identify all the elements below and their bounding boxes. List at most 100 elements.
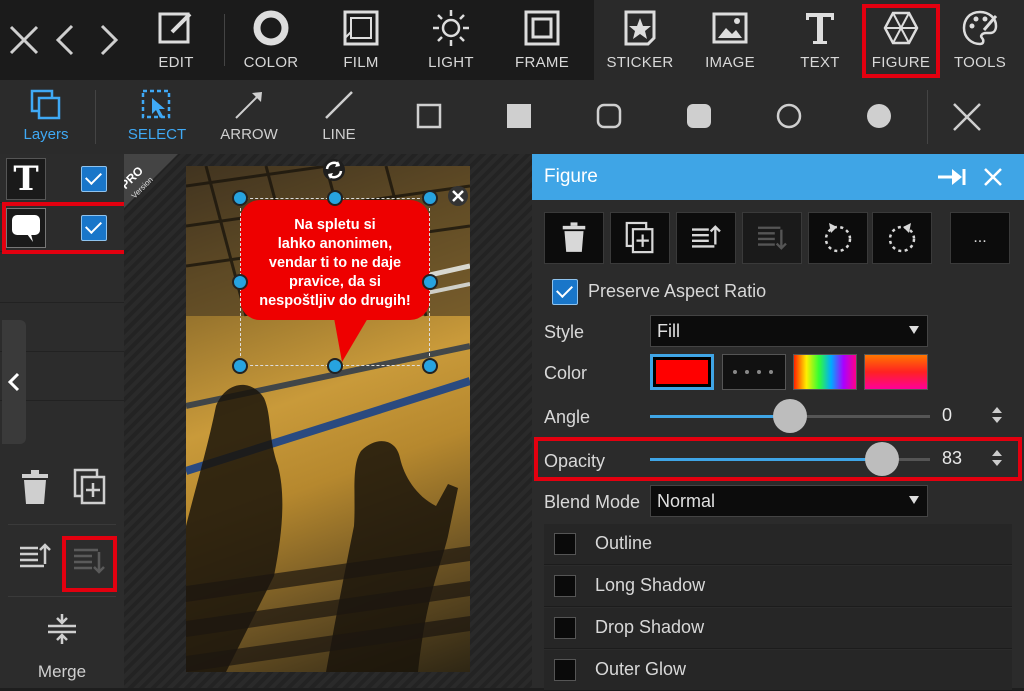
layer-row-empty	[0, 254, 124, 303]
delete-figure-button[interactable]	[544, 212, 604, 264]
resize-handle[interactable]	[422, 274, 438, 290]
color-swatch-pattern[interactable]	[722, 354, 786, 390]
text-icon	[806, 13, 834, 44]
line-tool-button[interactable]: LINE	[304, 80, 374, 154]
toolbar-frame-label: FRAME	[515, 54, 569, 71]
toolbar-text-button[interactable]: TEXT	[776, 0, 864, 80]
layers-button[interactable]: Layers	[14, 80, 78, 154]
merge-icon[interactable]	[46, 612, 78, 646]
bring-forward-icon	[692, 225, 721, 248]
circle-outline-icon[interactable]	[776, 103, 802, 129]
more-options-label: ...	[973, 229, 987, 246]
select-label: SELECT	[127, 126, 187, 143]
toolbar-color-label: COLOR	[243, 54, 299, 71]
canvas-area: Na spletu si lahko anonimen, vendar ti t…	[124, 154, 532, 688]
layer-row-text[interactable]: T	[0, 154, 124, 203]
style-dropdown[interactable]: Fill	[650, 315, 928, 347]
toolbar-film-button[interactable]: FILM	[317, 0, 405, 80]
toolbar-light-button[interactable]: LIGHT	[407, 0, 495, 80]
effect-outer-glow-label: Outer Glow	[595, 659, 687, 679]
line-icon	[325, 91, 353, 119]
layers-panel: T Merge	[0, 154, 128, 688]
rotate-left-button[interactable]	[808, 212, 868, 264]
resize-handle[interactable]	[327, 190, 343, 206]
collapse-panel-handle[interactable]	[2, 320, 26, 444]
effect-outer-glow-row[interactable]: Outer Glow	[544, 650, 1012, 691]
palette-icon	[962, 10, 998, 46]
close-panel-icon[interactable]	[982, 166, 1004, 188]
effect-outline-checkbox[interactable]	[554, 533, 576, 555]
resize-handle[interactable]	[327, 358, 343, 374]
bring-forward-icon[interactable]	[18, 542, 52, 572]
toolbar-image-label: IMAGE	[705, 54, 755, 71]
figure-toolbar: Layers SELECT ARROW LINE	[0, 80, 1024, 154]
toolbar-light-label: LIGHT	[428, 54, 474, 71]
bring-forward-button[interactable]	[676, 212, 736, 264]
color-swatch-rainbow[interactable]	[793, 354, 857, 390]
chevron-right-icon[interactable]	[90, 22, 126, 58]
color-swatch-gradient[interactable]	[864, 354, 928, 390]
rounded-square-filled-icon[interactable]	[686, 103, 712, 129]
angle-slider-knob[interactable]	[773, 399, 807, 433]
send-backward-icon	[758, 226, 787, 250]
toolbar-tools-button[interactable]: TOOLS	[936, 0, 1024, 80]
highlight-send-backward	[62, 536, 117, 592]
effect-long-shadow-checkbox[interactable]	[554, 575, 576, 597]
resize-handle[interactable]	[232, 190, 248, 206]
effect-outer-glow-checkbox[interactable]	[554, 659, 576, 681]
text-layer-icon: T	[6, 158, 46, 200]
circle-filled-icon[interactable]	[866, 103, 892, 129]
resize-handle[interactable]	[422, 190, 438, 206]
delete-layer-icon[interactable]	[20, 470, 50, 506]
rotate-handle-icon[interactable]	[322, 158, 346, 182]
square-outline-icon[interactable]	[416, 103, 442, 129]
duplicate-layer-icon[interactable]	[73, 468, 107, 506]
resize-handle[interactable]	[232, 358, 248, 374]
angle-value[interactable]: 0	[942, 405, 952, 426]
style-value: Fill	[657, 321, 680, 341]
pin-icon[interactable]	[936, 166, 970, 188]
square-filled-icon[interactable]	[506, 103, 532, 129]
toolbar-frame-button[interactable]: FRAME	[498, 0, 586, 80]
line-label: LINE	[322, 126, 356, 143]
blend-mode-label: Blend Mode	[544, 492, 641, 512]
rounded-square-outline-icon[interactable]	[596, 103, 622, 129]
toolbar-sticker-label: STICKER	[606, 54, 674, 71]
selection-box	[240, 198, 430, 366]
close-icon[interactable]	[6, 22, 42, 58]
blend-mode-value: Normal	[657, 491, 716, 511]
angle-label: Angle	[544, 407, 591, 427]
figure-panel-header: Figure	[532, 154, 1024, 200]
angle-spinner-icon[interactable]	[991, 405, 1003, 425]
resize-handle[interactable]	[232, 274, 248, 290]
more-options-button[interactable]: ...	[950, 212, 1010, 264]
preserve-aspect-checkbox[interactable]	[552, 279, 578, 305]
delete-figure-icon[interactable]	[448, 186, 468, 206]
color-swatch-solid[interactable]	[650, 354, 714, 390]
blend-mode-dropdown[interactable]: Normal	[650, 485, 928, 517]
toolbar-image-button[interactable]: IMAGE	[686, 0, 774, 80]
effect-drop-shadow-checkbox[interactable]	[554, 617, 576, 639]
figure-panel-title: Figure	[544, 166, 598, 187]
rotate-right-button[interactable]	[872, 212, 932, 264]
toolbar-sticker-button[interactable]: STICKER	[596, 0, 684, 80]
duplicate-figure-button[interactable]	[610, 212, 670, 264]
effect-outline-row[interactable]: Outline	[544, 524, 1012, 565]
resize-handle[interactable]	[422, 358, 438, 374]
select-tool-button[interactable]: SELECT	[122, 80, 192, 154]
close-figure-tool-icon[interactable]	[950, 100, 984, 134]
layer-text-visibility-checkbox[interactable]	[81, 166, 107, 192]
effect-drop-shadow-row[interactable]: Drop Shadow	[544, 608, 1012, 649]
toolbar-tools-label: TOOLS	[953, 54, 1007, 71]
arrow-tool-button[interactable]: ARROW	[214, 80, 284, 154]
send-backward-button[interactable]	[742, 212, 802, 264]
chevron-left-icon[interactable]	[48, 22, 84, 58]
preserve-aspect-label: Preserve Aspect Ratio	[588, 281, 767, 301]
chevron-down-icon	[909, 326, 919, 334]
photo-canvas[interactable]: Na spletu si lahko anonimen, vendar ti t…	[186, 166, 470, 672]
toolbar-color-button[interactable]: COLOR	[227, 0, 315, 80]
chevron-left-icon	[7, 372, 20, 392]
effect-long-shadow-row[interactable]: Long Shadow	[544, 566, 1012, 607]
angle-slider-fill	[650, 415, 790, 418]
toolbar-edit-button[interactable]: EDIT	[132, 0, 220, 80]
